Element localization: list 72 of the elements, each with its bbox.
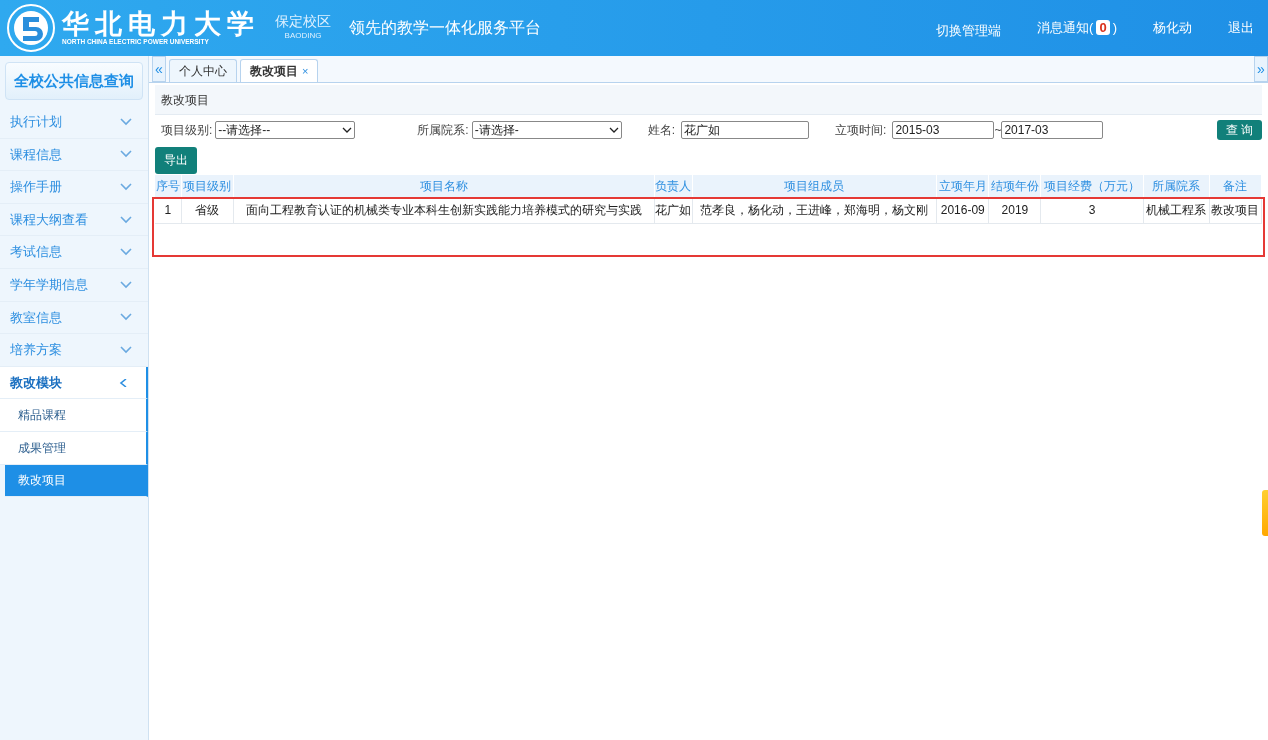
column-header: 负责人: [654, 175, 693, 197]
table-cell: 范孝良，杨化动，王进峰，郑海明，杨文刚: [692, 197, 937, 223]
chevron-icon: [120, 313, 132, 322]
search-button[interactable]: 查 询: [1217, 120, 1262, 140]
header-link[interactable]: 退出: [1228, 18, 1254, 38]
menu-item[interactable]: 培养方案: [0, 334, 148, 367]
column-header: 所属院系: [1143, 175, 1210, 197]
column-header: 项目组成员: [692, 175, 937, 197]
campus-label: 保定校区: [275, 14, 331, 30]
logo-icon: [6, 3, 56, 53]
menu-item[interactable]: 教室信息: [0, 301, 148, 335]
select-field[interactable]: --请选择--: [215, 121, 356, 139]
tab[interactable]: 个人中心: [169, 59, 237, 82]
table-cell: 机械工程系: [1143, 197, 1210, 223]
table-cell: 1: [155, 197, 182, 223]
collapse-button[interactable]: «: [152, 56, 166, 82]
table-cell: 2019: [988, 197, 1041, 223]
table-cell: 省级: [181, 197, 234, 223]
field-label: 项目级别:: [161, 122, 213, 139]
select-field[interactable]: -请选择-: [471, 121, 622, 139]
table-cell: 面向工程教育认证的机械类专业本科生创新实践能力培养模式的研究与实践: [233, 197, 655, 223]
menu-item[interactable]: 课程信息: [0, 138, 148, 172]
caret-icon: [342, 127, 353, 133]
chevron-icon: [120, 215, 132, 224]
menu-item[interactable]: 考试信息: [0, 236, 148, 269]
page-title: 教改项目: [155, 85, 1262, 115]
input-field[interactable]: 2017-03: [1001, 121, 1104, 139]
chevron-icon: [120, 117, 132, 126]
column-header: 项目经费（万元）: [1040, 175, 1144, 197]
header-link[interactable]: 切换管理端: [936, 21, 1002, 41]
caret-icon: [608, 127, 619, 133]
chevron-icon: [120, 183, 132, 191]
field-label: 所属院系:: [417, 122, 469, 139]
menu-item[interactable]: 执行计划: [0, 106, 148, 139]
header-link[interactable]: 杨化动: [1153, 18, 1192, 38]
field-label: 立项时间:: [835, 122, 887, 139]
side-tab[interactable]: [1262, 490, 1268, 536]
menu-item[interactable]: 课程大纲查看: [0, 203, 148, 237]
table-cell: 2016-09: [936, 197, 989, 223]
notification-count: 0: [1096, 20, 1110, 36]
chevron-icon: [120, 280, 132, 289]
column-header: 立项年月: [936, 175, 989, 197]
column-header: 备注: [1209, 175, 1262, 197]
expand-button[interactable]: »: [1254, 56, 1268, 82]
table-cell: 教改项目: [1209, 197, 1262, 223]
chevron-icon: [120, 248, 132, 257]
range-separator: ~: [994, 122, 1002, 139]
submenu-item[interactable]: 精品课程: [0, 399, 148, 432]
column-header: 序号: [155, 175, 182, 197]
tab[interactable]: 教改项目 ×: [240, 59, 319, 82]
table-cell: 花广如: [654, 197, 693, 223]
table-cell: 3: [1040, 197, 1144, 223]
logo-text: 华北电力大学: [62, 9, 260, 37]
menu-item[interactable]: 教改模块: [0, 366, 148, 400]
sidebar-title: 全校公共信息查询: [5, 62, 143, 100]
input-field[interactable]: 2015-03: [892, 121, 995, 139]
export-button[interactable]: 导出: [155, 146, 197, 174]
field-label: 姓名:: [647, 122, 676, 139]
column-header: 项目级别: [181, 175, 234, 197]
input-field[interactable]: 花广如: [681, 121, 810, 139]
chevron-icon: [120, 150, 132, 159]
submenu-item[interactable]: 教改项目: [5, 464, 148, 498]
platform-title: 领先的教学一体化服务平台: [349, 18, 541, 38]
close-icon[interactable]: ×: [302, 62, 309, 80]
column-header: 项目名称: [233, 175, 655, 197]
menu-item[interactable]: 学年学期信息: [0, 268, 148, 302]
submenu-item[interactable]: 成果管理: [0, 431, 148, 465]
notification-link[interactable]: 消息通知( 0 ): [1037, 18, 1117, 38]
chevron-icon: [120, 345, 132, 354]
column-header: 结项年份: [988, 175, 1041, 197]
campus-subtitle: BAODING: [283, 29, 323, 42]
menu-item[interactable]: 操作手册: [0, 171, 148, 204]
